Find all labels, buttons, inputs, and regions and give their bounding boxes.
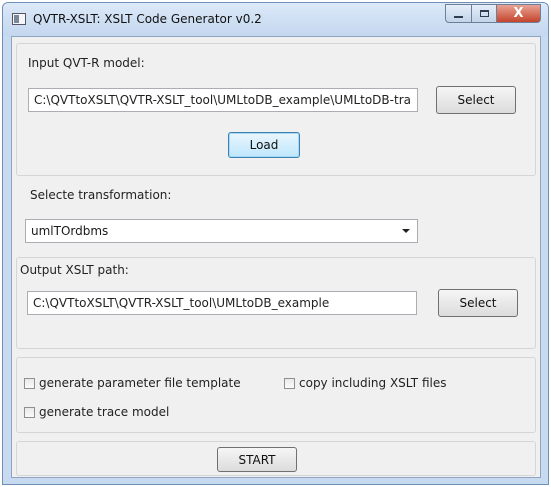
trace-model-checkbox[interactable]: generate trace model [24, 405, 169, 419]
output-select-button[interactable]: Select [438, 289, 518, 317]
output-group: Output XSLT path: C:\QVTtoXSLT\QVTR-XSLT… [16, 257, 536, 349]
load-button[interactable]: Load [228, 132, 300, 158]
start-group: START [16, 441, 536, 476]
input-select-button[interactable]: Select [436, 86, 516, 114]
output-path-field[interactable]: C:\QVTtoXSLT\QVTR-XSLT_tool\UMLtoDB_exam… [27, 291, 417, 315]
trace-model-label: generate trace model [39, 405, 170, 419]
checkbox-box[interactable] [284, 377, 295, 389]
transformation-select[interactable]: umlTOrdbms [25, 219, 418, 243]
start-button[interactable]: START [217, 447, 297, 472]
copy-xslt-checkbox[interactable]: copy including XSLT files [284, 376, 446, 390]
window-title: QVTR-XSLT: XSLT Code Generator v0.2 [33, 12, 262, 26]
input-model-label: Input QVT-R model: [28, 56, 145, 70]
transformation-selected-value: umlTOrdbms [31, 224, 109, 238]
param-template-checkbox[interactable]: generate parameter file template [24, 376, 241, 390]
input-model-group: Input QVT-R model: C:\QVTtoXSLT\QVTR-XSL… [16, 43, 536, 176]
chevron-down-icon [402, 229, 410, 233]
copy-xslt-label: copy including XSLT files [299, 376, 447, 390]
maximize-button[interactable] [471, 4, 497, 23]
minimize-button[interactable] [445, 4, 472, 23]
options-group: generate parameter file template copy in… [16, 357, 536, 433]
transformation-label: Selecte transformation: [30, 188, 172, 202]
checkbox-box[interactable] [24, 377, 35, 389]
app-window: QVTR-XSLT: XSLT Code Generator v0.2 X In… [2, 2, 549, 485]
maximize-icon [479, 10, 489, 17]
client-area: Input QVT-R model: C:\QVTtoXSLT\QVTR-XSL… [11, 36, 541, 478]
app-icon[interactable] [12, 13, 26, 25]
input-model-path-field[interactable]: C:\QVTtoXSLT\QVTR-XSLT_tool\UMLtoDB_exam… [28, 88, 418, 112]
checkbox-box[interactable] [24, 406, 35, 418]
close-icon: X [513, 6, 524, 21]
param-template-label: generate parameter file template [39, 376, 241, 390]
close-button[interactable]: X [496, 4, 541, 23]
output-path-label: Output XSLT path: [20, 263, 129, 277]
minimize-icon [454, 15, 463, 18]
title-bar[interactable]: QVTR-XSLT: XSLT Code Generator v0.2 X [3, 3, 548, 36]
